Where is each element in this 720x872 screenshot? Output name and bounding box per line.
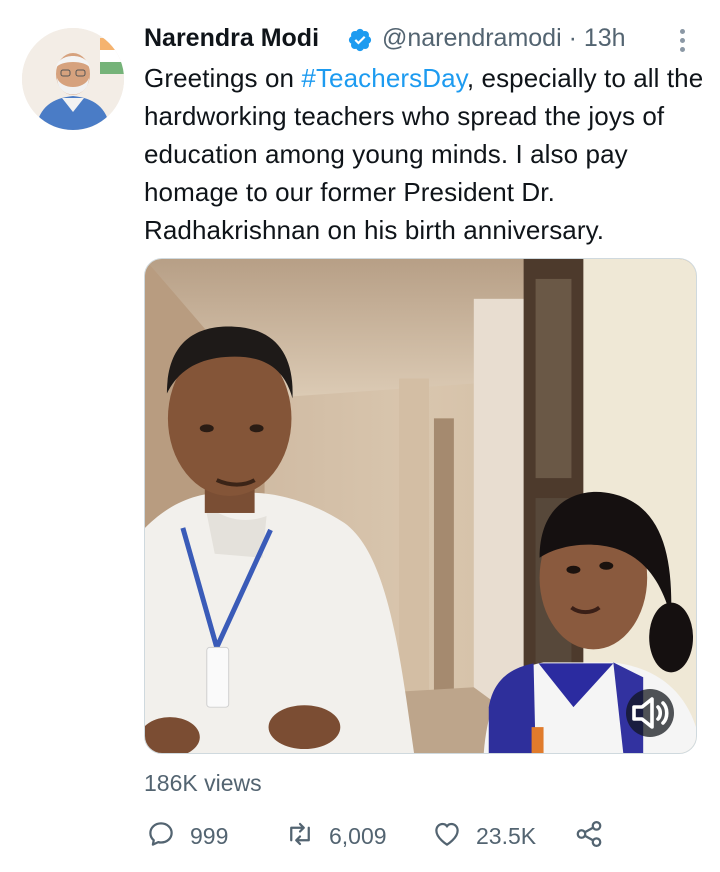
handle-and-time: @narendramodi · 13h bbox=[382, 24, 626, 53]
tweet-text: Greetings on #TeachersDay, especially to… bbox=[144, 59, 704, 249]
tweet-video[interactable] bbox=[144, 258, 697, 754]
tweet-header: Narendra Modi @narendramodi · 13h bbox=[144, 22, 690, 58]
avatar-portrait bbox=[22, 28, 124, 130]
retweet-icon bbox=[285, 819, 315, 854]
reply-count: 999 bbox=[190, 822, 229, 849]
share-button[interactable] bbox=[574, 816, 604, 856]
tweet-actions: 999 6,009 23.5K bbox=[144, 816, 614, 856]
author-handle[interactable]: @narendramodi bbox=[382, 24, 562, 52]
reply-button[interactable]: 999 bbox=[146, 816, 228, 856]
tweet-text-intro: Greetings on bbox=[144, 63, 302, 93]
meta-separator: · bbox=[568, 24, 577, 52]
reply-icon bbox=[146, 819, 176, 854]
speaker-muted-icon[interactable] bbox=[626, 689, 674, 737]
video-frame bbox=[145, 259, 696, 753]
author-name[interactable]: Narendra Modi bbox=[144, 24, 319, 53]
like-icon bbox=[432, 819, 462, 854]
author-avatar[interactable] bbox=[22, 28, 124, 130]
retweet-button[interactable]: 6,009 bbox=[285, 816, 387, 856]
view-count: 186K views bbox=[144, 770, 262, 796]
tweet-timestamp[interactable]: 13h bbox=[584, 24, 626, 52]
more-options-icon[interactable] bbox=[674, 26, 690, 54]
like-button[interactable]: 23.5K bbox=[432, 816, 536, 856]
verified-badge-icon bbox=[347, 27, 373, 53]
share-icon bbox=[574, 819, 604, 854]
retweet-count: 6,009 bbox=[329, 822, 387, 849]
like-count: 23.5K bbox=[476, 822, 537, 849]
hashtag-link[interactable]: #TeachersDay bbox=[301, 63, 466, 93]
